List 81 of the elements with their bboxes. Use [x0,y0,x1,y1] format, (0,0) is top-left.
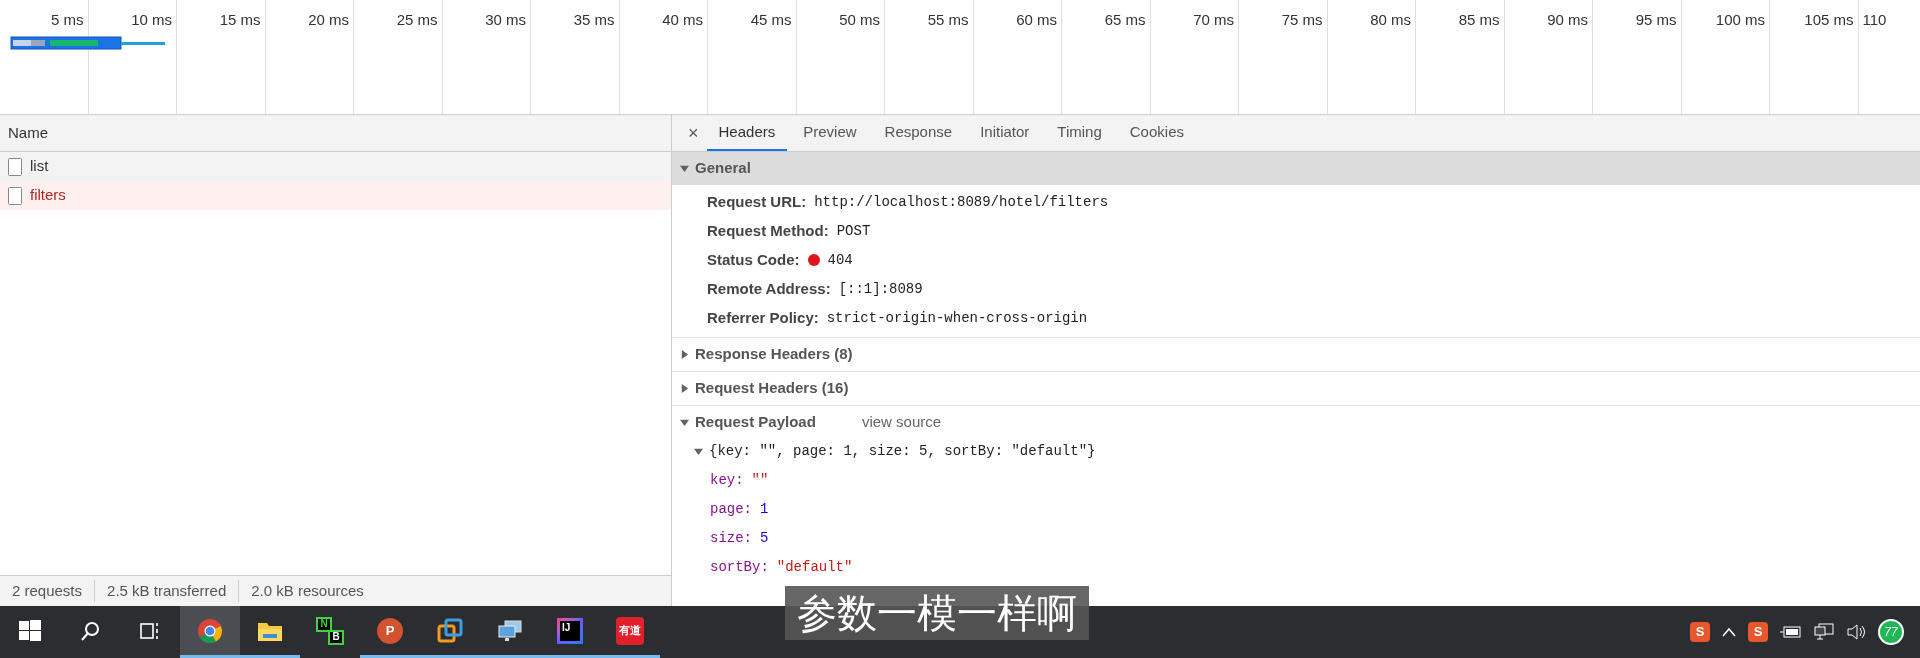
status-text: 2 requests [11,580,84,601]
header-label: Request Method: [707,220,829,241]
request-row[interactable]: filters [0,181,671,210]
time-tick: 95 ms [1635,12,1677,27]
header-label: Referrer Policy: [707,307,819,328]
time-tick: 75 ms [1281,12,1323,27]
sogou-icon[interactable]: S [1748,622,1768,642]
section-title: Request Payload [695,412,816,433]
document-icon [8,157,22,176]
time-tick: 105 ms [1804,12,1854,27]
details-tab[interactable]: Preview [791,115,869,151]
payload-key: sortBy: [710,556,769,575]
header-value: [::1]:8089 [838,279,923,299]
windows-logo-icon[interactable] [19,619,41,642]
request-row[interactable]: list [0,152,671,181]
status-text: 2.0 kB resources [238,579,376,603]
volume-icon[interactable] [1846,623,1866,641]
payload-value: "default" [776,557,853,575]
details-tab[interactable]: Cookies [1117,115,1196,151]
time-tick: 10 ms [131,12,172,27]
powerpoint-icon[interactable]: P [377,617,403,644]
details-tab[interactable]: Timing [1045,115,1114,151]
time-tick: 50 ms [839,12,880,27]
youdao-icon[interactable]: 有道 [616,616,644,645]
view-source-link[interactable]: view source [861,411,942,434]
header-value: 404 [827,250,853,270]
details-tab[interactable]: Initiator [968,115,1042,151]
section-title: Response Headers (8) [695,344,853,365]
time-tick: 85 ms [1458,12,1500,27]
header-value: POST [836,221,871,241]
overlapping-squares-icon[interactable] [437,617,463,644]
header-value: http://localhost:8089/hotel/filters [814,192,1109,212]
time-tick: 45 ms [750,12,792,27]
status-text: 2.5 kB transferred [94,579,239,603]
search-icon[interactable] [79,619,101,642]
monitors-icon[interactable] [497,618,523,643]
time-tick: 70 ms [1193,12,1234,27]
collapsed-arrow-icon[interactable] [680,350,689,359]
collapsed-arrow-icon[interactable] [680,384,689,393]
expanded-arrow-icon[interactable] [680,418,689,427]
time-tick: 90 ms [1547,12,1588,27]
section-title: Request Headers (16) [695,378,849,399]
header-label: Status Code: [707,249,800,270]
intellij-icon[interactable]: IJ [557,617,583,644]
payload-key: page: [710,498,752,520]
document-icon [8,186,22,205]
header-label: Request URL: [707,191,807,212]
time-tick: 40 ms [662,12,703,27]
expanded-arrow-icon[interactable] [680,164,689,173]
battery-icon[interactable] [1780,625,1802,639]
time-tick: 55 ms [927,12,969,27]
payload-summary: {key: "", page: 1, size: 5, sortBy: "default"} [709,441,1096,461]
payload-key: size: [710,527,752,549]
time-tick: 110 [1862,12,1887,27]
close-button[interactable]: × [684,115,703,151]
time-tick: 15 ms [219,12,261,27]
time-tick: 80 ms [1370,12,1411,27]
payload-value: 1 [760,499,769,519]
network-icon[interactable] [1814,623,1834,641]
time-tick: 20 ms [308,12,349,27]
column-header[interactable]: Name [0,115,671,152]
time-tick: 100 ms [1715,12,1765,27]
time-tick: 25 ms [396,12,438,27]
time-tick: 60 ms [1016,12,1057,27]
time-tick: 30 ms [485,12,526,27]
header-value: strict-origin-when-cross-origin [826,308,1088,328]
details-tab[interactable]: Response [872,115,965,151]
sogou-icon[interactable]: S [1690,622,1710,642]
expanded-arrow-icon[interactable] [694,446,703,456]
header-label: Remote Address: [707,278,831,299]
payload-value: 5 [760,528,769,548]
video-subtitle: 参数一模一样啊 [785,586,1089,640]
chrome-icon[interactable] [197,617,223,644]
chevron-up-icon[interactable] [1722,627,1736,637]
section-title: General [695,158,751,179]
time-tick: 35 ms [573,12,615,27]
payload-value: "" [751,470,769,490]
time-tick: 5 ms [51,12,84,27]
section-header[interactable]: General [672,152,1920,185]
payload-key: key: [710,469,744,491]
time-tick: 65 ms [1104,12,1146,27]
